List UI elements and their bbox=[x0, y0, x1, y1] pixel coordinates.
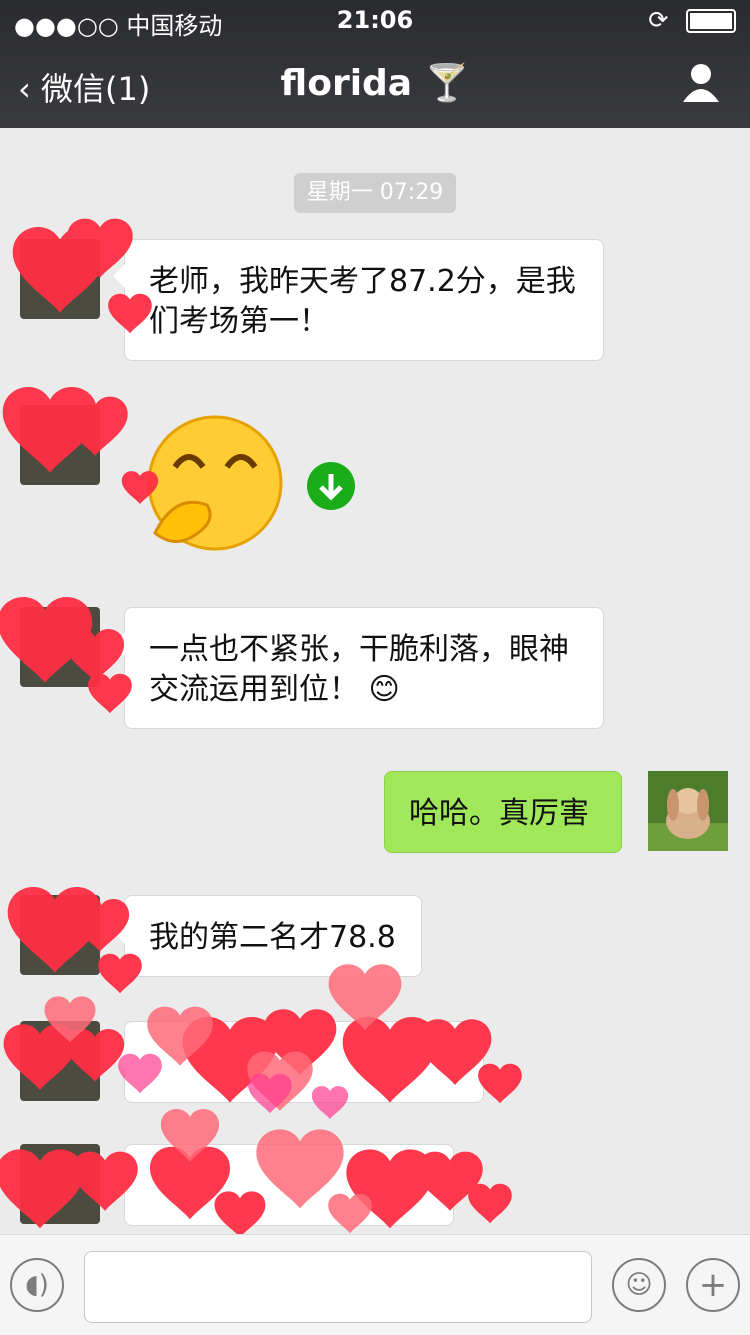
rotation-lock-icon: ⟳ bbox=[648, 6, 669, 34]
voice-icon: ◖) bbox=[25, 1270, 49, 1300]
message-bubble[interactable]: 老师，我昨天考了87.2分，是我们考场第一！ bbox=[113, 239, 604, 361]
contact-avatar[interactable] bbox=[20, 895, 100, 975]
download-icon[interactable] bbox=[307, 462, 355, 510]
emoji-button[interactable]: ☺ bbox=[612, 1258, 666, 1312]
message-text: 一点也不紧张，干脆利落，眼神交流运用到位！ 😊 bbox=[149, 632, 569, 707]
voice-button[interactable]: ◖) bbox=[10, 1258, 64, 1312]
chat-area[interactable]: 星期一 07:29 老师，我昨天考了87.2分，是我们考场第一！ 一点也不紧张，… bbox=[0, 128, 750, 1234]
chat-title: florida 🍸 bbox=[280, 63, 470, 104]
message-text: 我的第二名才78.8 bbox=[149, 920, 396, 955]
more-button[interactable]: + bbox=[686, 1258, 740, 1312]
contact-avatar[interactable] bbox=[20, 239, 100, 319]
status-bar: ●●●○○ 中国移动 21:06 ⟳ bbox=[0, 0, 750, 40]
message-bubble[interactable]: 我的第二名才78.8 bbox=[113, 895, 422, 977]
message-bubble[interactable] bbox=[113, 1021, 484, 1103]
navigation-bar: ‹ 微信(1) florida 🍸 bbox=[0, 48, 750, 124]
message-bubble[interactable] bbox=[113, 1144, 454, 1226]
message-bubble-outgoing[interactable]: 哈哈。真厉害 bbox=[384, 771, 622, 853]
contact-avatar[interactable] bbox=[20, 1021, 100, 1101]
message-text: 老师，我昨天考了87.2分，是我们考场第一！ bbox=[149, 264, 576, 339]
input-bar: ◖) ☺ + bbox=[0, 1234, 750, 1335]
message-input[interactable] bbox=[84, 1251, 592, 1323]
contact-avatar[interactable] bbox=[20, 607, 100, 687]
smiley-icon: ☺ bbox=[625, 1270, 653, 1300]
message-timestamp: 星期一 07:29 bbox=[294, 173, 456, 213]
battery-icon bbox=[686, 9, 736, 33]
emoji-sticker[interactable] bbox=[145, 413, 285, 553]
message-bubble[interactable]: 一点也不紧张，干脆利落，眼神交流运用到位！ 😊 bbox=[113, 607, 604, 729]
clock: 21:06 bbox=[336, 6, 414, 34]
plus-icon: + bbox=[698, 1265, 728, 1305]
message-text: 哈哈。真厉害 bbox=[409, 796, 589, 831]
contact-avatar[interactable] bbox=[20, 405, 100, 485]
top-bar: ●●●○○ 中国移动 21:06 ⟳ ‹ 微信(1) florida 🍸 bbox=[0, 0, 750, 128]
contact-avatar[interactable] bbox=[20, 1144, 100, 1224]
user-avatar[interactable] bbox=[648, 771, 728, 851]
profile-button[interactable] bbox=[680, 62, 722, 104]
status-right: ⟳ bbox=[648, 6, 736, 34]
